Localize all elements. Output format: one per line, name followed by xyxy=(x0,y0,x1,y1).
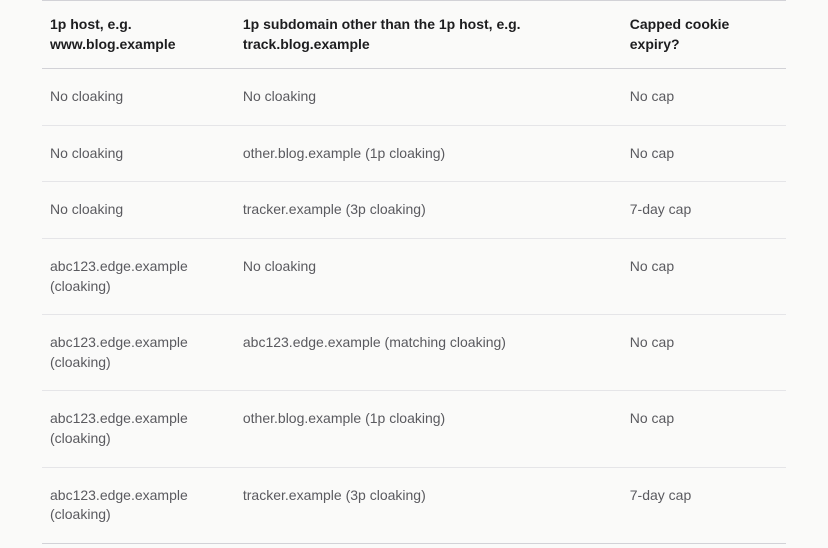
header-1p-host: 1p host, e.g. www.blog.example xyxy=(42,1,243,69)
table-row: abc123.edge.example (cloaking) other.blo… xyxy=(42,391,786,467)
table-header-row: 1p host, e.g. www.blog.example 1p subdom… xyxy=(42,1,786,69)
cell-1p-subdomain: No cloaking xyxy=(243,69,630,126)
cell-1p-subdomain: No cloaking xyxy=(243,238,630,314)
cell-capped-expiry: No cap xyxy=(630,69,786,126)
cell-1p-subdomain: tracker.example (3p cloaking) xyxy=(243,182,630,239)
cell-1p-host: abc123.edge.example (cloaking) xyxy=(42,467,243,543)
cell-1p-subdomain: other.blog.example (1p cloaking) xyxy=(243,391,630,467)
cell-1p-host: No cloaking xyxy=(42,182,243,239)
header-1p-subdomain: 1p subdomain other than the 1p host, e.g… xyxy=(243,1,630,69)
cell-capped-expiry: 7-day cap xyxy=(630,182,786,239)
cell-capped-expiry: No cap xyxy=(630,315,786,391)
table-row: abc123.edge.example (cloaking) No cloaki… xyxy=(42,238,786,314)
table-row: abc123.edge.example (cloaking) tracker.e… xyxy=(42,467,786,543)
cell-capped-expiry: No cap xyxy=(630,125,786,182)
cell-1p-host: No cloaking xyxy=(42,69,243,126)
cell-capped-expiry: No cap xyxy=(630,391,786,467)
table-wrapper: 1p host, e.g. www.blog.example 1p subdom… xyxy=(0,0,828,544)
cell-1p-subdomain: abc123.edge.example (matching cloaking) xyxy=(243,315,630,391)
cell-1p-host: abc123.edge.example (cloaking) xyxy=(42,238,243,314)
cell-capped-expiry: No cap xyxy=(630,238,786,314)
table-row: No cloaking other.blog.example (1p cloak… xyxy=(42,125,786,182)
cell-1p-host: No cloaking xyxy=(42,125,243,182)
cloaking-table: 1p host, e.g. www.blog.example 1p subdom… xyxy=(42,0,786,544)
header-capped-expiry: Capped cookie expiry? xyxy=(630,1,786,69)
cell-capped-expiry: 7-day cap xyxy=(630,467,786,543)
table-row: No cloaking tracker.example (3p cloaking… xyxy=(42,182,786,239)
cell-1p-subdomain: other.blog.example (1p cloaking) xyxy=(243,125,630,182)
table-row: abc123.edge.example (cloaking) abc123.ed… xyxy=(42,315,786,391)
table-row: No cloaking No cloaking No cap xyxy=(42,69,786,126)
cell-1p-host: abc123.edge.example (cloaking) xyxy=(42,315,243,391)
cell-1p-host: abc123.edge.example (cloaking) xyxy=(42,391,243,467)
cell-1p-subdomain: tracker.example (3p cloaking) xyxy=(243,467,630,543)
